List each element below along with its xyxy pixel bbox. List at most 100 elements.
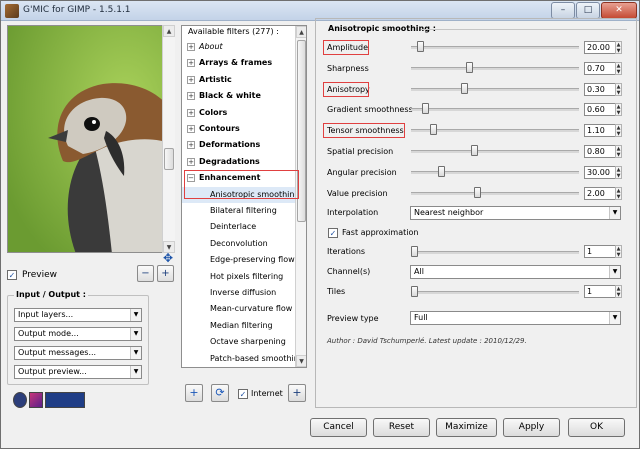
slider-handle[interactable]	[417, 41, 425, 52]
move-icon[interactable]: ✥	[163, 252, 173, 264]
expand-icon[interactable]: +	[187, 59, 195, 68]
zoom-in-button[interactable]: +	[157, 265, 174, 282]
close-window-button[interactable]: ✕	[601, 2, 637, 19]
interpolation-value: Nearest neighbor	[414, 208, 484, 217]
preview-image[interactable]	[7, 25, 175, 253]
spin-arrows-icon[interactable]: ▲ ▼	[615, 41, 622, 54]
gmic-window: G'MIC for GIMP - 1.5.1.1 – □ ✕ ▲ ▼ ✥ ✓ P…	[0, 0, 640, 449]
zoom-out-button[interactable]: −	[137, 265, 154, 282]
preview-vertical-scrollbar[interactable]: ▲ ▼	[162, 25, 175, 253]
filter-category[interactable]: + Degradations	[182, 154, 296, 170]
expand-icon[interactable]: +	[187, 141, 195, 150]
filter-item[interactable]: Median filtering	[182, 318, 296, 334]
filter-item[interactable]: Bilateral filtering	[182, 203, 296, 219]
reset-button[interactable]: Reset	[373, 418, 430, 437]
slider-handle[interactable]	[460, 82, 468, 94]
iterations-slider-handle[interactable]	[411, 246, 418, 257]
filter-category[interactable]: + Contours	[182, 121, 296, 137]
slider-track[interactable]	[411, 46, 579, 49]
output-preview-select[interactable]: Output preview... ▼	[14, 365, 142, 379]
spin-arrows-icon[interactable]: ▲ ▼	[615, 186, 622, 200]
expand-icon[interactable]: +	[187, 108, 195, 117]
slider-handle[interactable]	[422, 103, 430, 115]
refresh-icon: ⟳	[215, 386, 225, 399]
input-layers-select[interactable]: Input layers... ▼	[14, 308, 142, 322]
spin-arrows-icon[interactable]: ▲ ▼	[615, 245, 622, 258]
scroll-up-icon[interactable]: ▲	[163, 25, 175, 37]
filter-label: Artistic	[199, 74, 232, 84]
expand-icon[interactable]: +	[187, 92, 195, 101]
expand-icon[interactable]: +	[187, 125, 195, 133]
filter-zoom-button[interactable]: +	[288, 384, 306, 402]
iterations-slider-track[interactable]	[411, 251, 579, 254]
expand-icon[interactable]: +	[187, 43, 195, 51]
title-separator	[421, 29, 627, 30]
filter-item[interactable]: Patch-based smoothing	[182, 351, 296, 367]
expand-icon[interactable]: +	[187, 157, 195, 166]
filter-category[interactable]: + About	[182, 39, 296, 55]
filter-category[interactable]: + Colors	[182, 105, 296, 121]
slider-handle[interactable]	[430, 124, 438, 136]
filter-item[interactable]: Mean-curvature flow	[182, 301, 296, 317]
filter-label: Degradations	[199, 156, 260, 166]
filter-item[interactable]: Deconvolution	[182, 236, 296, 252]
filter-item[interactable]: Hot pixels filtering	[182, 269, 296, 285]
refresh-filters-button[interactable]: ⟳	[211, 384, 229, 402]
filter-label: Arrays & frames	[199, 58, 273, 68]
scroll-up-icon[interactable]: ▲	[296, 26, 306, 38]
slider-track[interactable]	[411, 150, 579, 153]
output-mode-select[interactable]: Output mode... ▼	[14, 327, 142, 341]
tiles-slider-handle[interactable]	[411, 286, 418, 297]
slider-track[interactable]	[411, 170, 579, 174]
output-messages-select[interactable]: Output messages... ▼	[14, 346, 142, 360]
filter-item[interactable]: Octave sharpening	[182, 334, 296, 350]
slider-track[interactable]	[411, 66, 579, 70]
spin-arrows-icon[interactable]: ▲ ▼	[615, 285, 622, 298]
filter-label: Colors	[199, 107, 228, 117]
slider-handle[interactable]	[438, 165, 446, 177]
slider-track[interactable]	[411, 87, 579, 91]
slider-handle[interactable]	[473, 186, 481, 198]
cancel-button[interactable]: Cancel	[310, 418, 367, 437]
scroll-thumb[interactable]	[164, 148, 174, 170]
fast-approximation-checkbox[interactable]: ✓	[328, 228, 338, 238]
preview-type-select[interactable]: Full ▼	[410, 311, 621, 325]
chevron-down-icon: ▼	[130, 366, 141, 378]
interpolation-select[interactable]: Nearest neighbor ▼	[410, 206, 621, 220]
internet-checkbox[interactable]: ✓	[238, 389, 248, 399]
preview-checkbox[interactable]: ✓	[7, 270, 17, 280]
slider-handle[interactable]	[465, 61, 473, 73]
filter-label: Patch-based smoothing	[210, 353, 296, 363]
ok-button[interactable]: OK	[568, 418, 625, 437]
filter-category[interactable]: + Black & white	[182, 88, 296, 104]
filter-item[interactable]: Inverse diffusion	[182, 285, 296, 301]
tiles-slider-track[interactable]	[411, 291, 579, 294]
channels-select[interactable]: All ▼	[410, 265, 621, 279]
scroll-down-icon[interactable]: ▼	[296, 355, 306, 367]
spin-arrows-icon[interactable]: ▲ ▼	[615, 61, 622, 75]
filter-label: Hot pixels filtering	[210, 271, 284, 281]
filter-category[interactable]: + Deformations	[182, 137, 296, 153]
filter-item[interactable]: Deinterlace	[182, 219, 296, 235]
filter-label: Mean-curvature flow	[210, 304, 293, 314]
add-filter-button[interactable]: +	[185, 384, 203, 402]
slider-handle[interactable]	[470, 145, 478, 156]
slider-track[interactable]	[411, 191, 579, 195]
spin-arrows-icon[interactable]: ▲ ▼	[615, 165, 622, 179]
expand-icon[interactable]: +	[187, 75, 195, 84]
filter-item[interactable]: Edge-preserving flow	[182, 252, 296, 268]
apply-button[interactable]: Apply	[503, 418, 560, 437]
chevron-down-icon: ▼	[609, 207, 620, 219]
maximize-button[interactable]: Maximize	[436, 418, 497, 437]
spin-arrows-icon[interactable]: ▲ ▼	[615, 103, 622, 117]
filter-label: Median filtering	[210, 320, 273, 330]
spin-arrows-icon[interactable]: ▲ ▼	[615, 124, 622, 138]
filter-category[interactable]: + Arrays & frames	[182, 55, 296, 71]
spin-arrows-icon[interactable]: ▲ ▼	[615, 145, 622, 158]
filter-category[interactable]: + Artistic	[182, 72, 296, 88]
maximize-window-button[interactable]: □	[576, 2, 600, 19]
spin-arrows-icon[interactable]: ▲ ▼	[615, 82, 622, 96]
chevron-down-icon: ▼	[609, 312, 620, 324]
slider-track[interactable]	[411, 108, 579, 112]
minimize-button[interactable]: –	[551, 2, 575, 19]
